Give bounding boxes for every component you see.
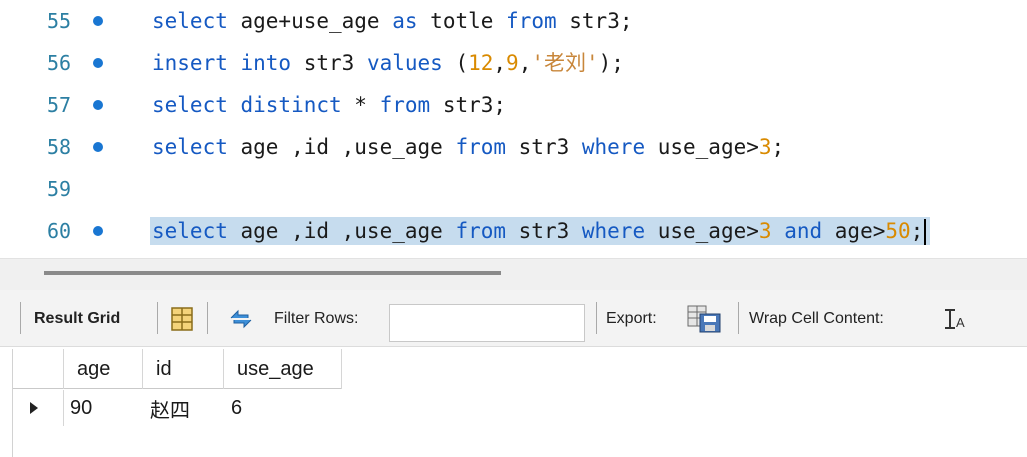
sql-token-kw: and [784,219,823,243]
sql-token-txt: age ,id ,use_age [227,219,456,243]
sql-token-txt: str3 [506,219,582,243]
code-line[interactable]: 56 insert into str3 values (12,9,'老刘'); [0,42,1027,84]
line-number: 59 [47,177,72,201]
export-save-icon[interactable] [686,290,724,347]
export-label: Export: [606,309,657,327]
sql-token-kw: select [152,219,228,243]
line-number: 58 [47,135,72,159]
wrap-cell-content-label: Wrap Cell Content: [749,309,884,327]
code-line[interactable]: 57 select distinct * from str3; [0,84,1027,126]
column-header-use-age[interactable]: use_age [225,349,342,389]
sql-token-num: 50 [885,219,911,243]
sql-token-kw: where [581,219,646,243]
code-text[interactable]: select age ,id ,use_age from str3 where … [150,217,931,245]
sql-token-txt: use_age> [645,135,759,159]
filter-rows-label: Filter Rows: [274,309,359,327]
statement-marker-icon[interactable] [93,142,103,152]
result-grid-label: Result Grid [34,309,121,327]
svg-text:A: A [956,315,965,330]
sql-token-txt: , [518,51,532,75]
cell-use-age[interactable]: 6 [231,390,331,426]
sql-token-num: 3 [758,135,772,159]
sql-token-num: 9 [506,51,519,75]
sql-token-txt: str3; [430,93,507,117]
statement-marker-icon[interactable] [93,226,103,236]
sql-token-txt: ; [910,219,924,243]
horizontal-scrollbar-thumb[interactable] [44,271,501,275]
sql-token-txt: , [493,51,507,75]
result-grid-header: age id use_age [13,349,342,389]
column-header-age[interactable]: age [65,349,143,389]
toolbar-separator [596,302,597,334]
sql-token-kw: values [366,51,443,75]
sql-token-txt: use_age> [645,219,759,243]
sql-token-txt: ( [442,51,469,75]
sql-token-kw: select [152,9,228,33]
sql-token-kw: where [581,135,646,159]
code-line[interactable]: 55 select age+use_age as totle from str3; [0,0,1027,42]
code-line[interactable]: 60 select age ,id ,use_age from str3 wher… [0,210,1027,252]
sql-token-kw: as [392,9,418,33]
sql-token-txt: str3 [291,51,367,75]
sql-token-txt: ; [771,135,785,159]
statement-marker-icon[interactable] [93,16,103,26]
row-header-corner [13,349,64,389]
refresh-icon[interactable] [226,290,256,347]
wrap-text-icon[interactable]: A [943,290,967,347]
column-header-id[interactable]: id [144,349,224,389]
sql-token-kw: from [506,9,557,33]
table-row[interactable]: 90 赵四 6 [13,390,1027,426]
line-number: 60 [47,219,72,243]
sql-token-txt: str3; [556,9,633,33]
sql-editor[interactable]: 55 select age+use_age as totle from str3;… [0,0,1027,258]
sql-token-txt: age+use_age [227,9,393,33]
sql-token-txt: age> [822,219,886,243]
sql-token-kw: from [455,135,507,159]
toolbar-separator [157,302,158,334]
cell-age[interactable]: 90 [70,390,140,426]
sql-token-kw: from [379,93,431,117]
sql-token-num: 3 [758,219,772,243]
result-grid: age id use_age 90 赵四 6 [12,349,1027,457]
code-text[interactable]: insert into str3 values (12,9,'老刘'); [152,49,624,77]
toolbar-separator [738,302,739,334]
text-caret [924,219,927,245]
sql-token-txt [772,219,785,243]
sql-token-txt: ); [598,51,624,75]
line-number: 57 [47,93,72,117]
sql-token-txt: str3 [506,135,582,159]
toolbar-separator [207,302,208,334]
grid-layout-icon[interactable] [169,290,195,347]
line-number: 55 [47,9,72,33]
sql-token-txt: age ,id ,use_age [227,135,456,159]
sql-token-txt: * [341,93,380,117]
toolbar-separator [20,302,21,334]
statement-marker-icon[interactable] [93,100,103,110]
code-text[interactable]: select distinct * from str3; [152,91,506,119]
sql-token-kw: insert into [152,51,292,75]
cell-id[interactable]: 赵四 [150,390,220,426]
code-line[interactable]: 58 select age ,id ,use_age from str3 wher… [0,126,1027,168]
sql-token-kw: from [455,219,507,243]
filter-rows-input[interactable] [389,304,585,342]
sql-token-kw: select [152,135,228,159]
sql-token-num: 12 [468,51,494,75]
sql-token-str: '老刘' [531,51,599,75]
sql-token-kw: select distinct [152,93,342,117]
sql-token-txt: totle [417,9,507,33]
result-grid-tab[interactable]: Result Grid [34,290,120,347]
statement-marker-icon[interactable] [93,58,103,68]
line-number: 56 [47,51,72,75]
code-line[interactable]: 59 [0,168,1027,210]
code-text[interactable]: select age+use_age as totle from str3; [152,7,632,35]
code-text[interactable]: select age ,id ,use_age from str3 where … [152,133,784,161]
